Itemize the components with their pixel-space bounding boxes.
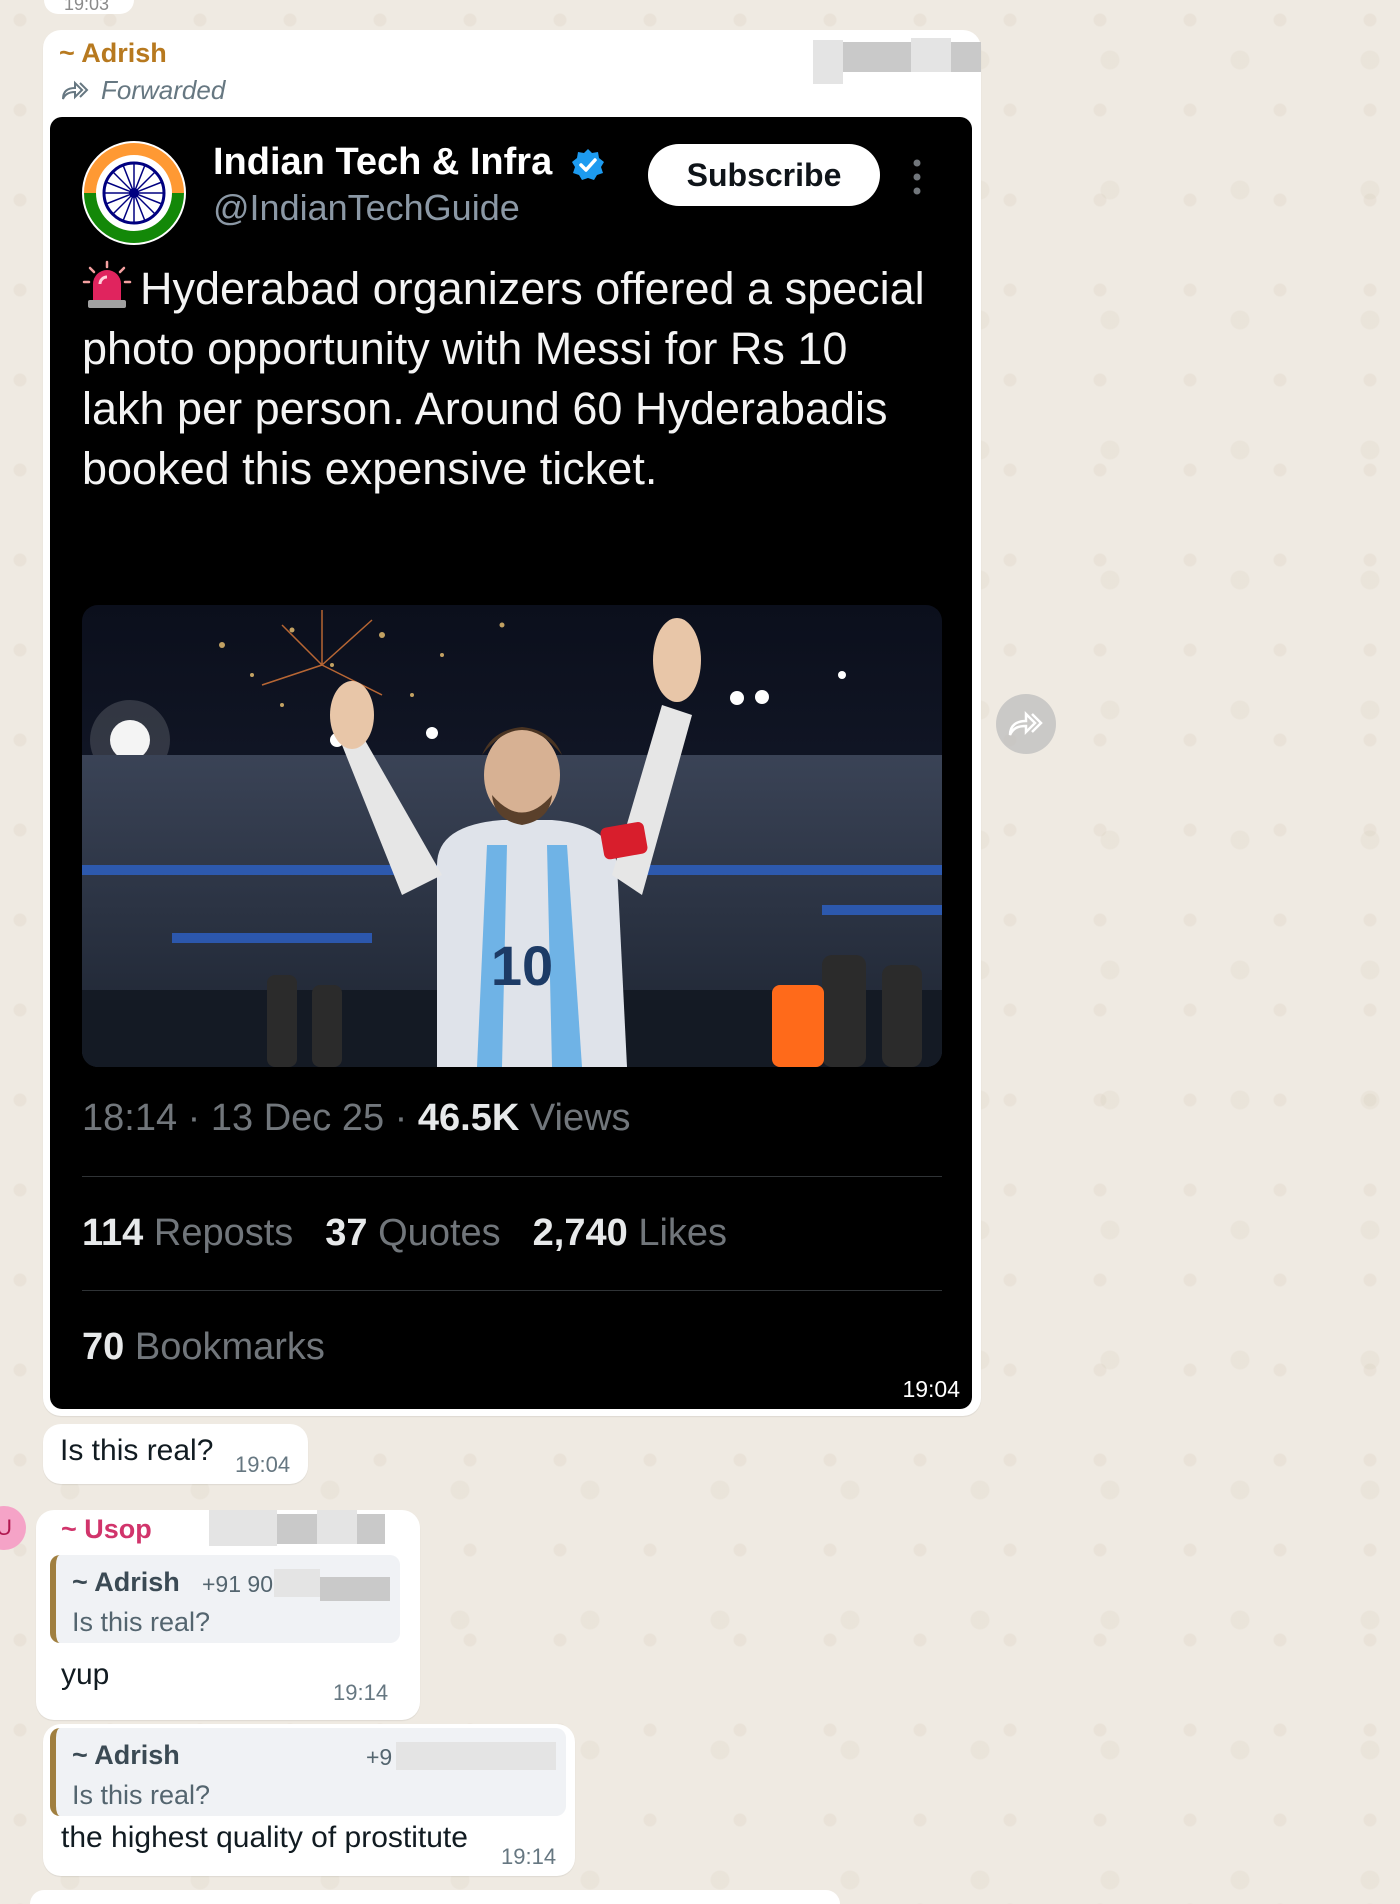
redacted-phone xyxy=(274,1569,320,1597)
tweet-bookmarks: 70 Bookmarks xyxy=(82,1326,325,1369)
previous-message-time: 19:03 xyxy=(64,0,110,14)
message-time: 19:14 xyxy=(501,1844,557,1869)
views-count: 46.5K xyxy=(417,1097,520,1139)
reply-message-bubble[interactable]: ~ Adrish +9 Is this real? the highest qu… xyxy=(43,1724,575,1876)
redacted-phone xyxy=(317,1510,357,1544)
quoted-phone: +9 xyxy=(366,1744,393,1770)
redacted-phone xyxy=(843,42,911,72)
forward-icon xyxy=(1008,710,1043,736)
quoted-message[interactable]: ~ Adrish +91 90 Is this real? xyxy=(50,1555,400,1643)
message-time: 19:04 xyxy=(902,1376,960,1402)
next-message-bubble xyxy=(30,1890,840,1904)
quoted-sender: ~ Adrish xyxy=(72,1740,180,1770)
post-date: 13 Dec 25 xyxy=(210,1097,385,1139)
account-handle: @IndianTechGuide xyxy=(213,187,520,228)
quotes-label: Quotes xyxy=(378,1212,501,1254)
forwarded-indicator: Forwarded xyxy=(59,75,225,106)
tweet-stats: 114 Reposts 37 Quotes 2,740 Likes xyxy=(82,1212,727,1255)
quoted-text: Is this real? xyxy=(72,1607,211,1637)
tweet-meta: 18:14 · 13 Dec 25 · 46.5K Views xyxy=(82,1097,631,1139)
forward-share-button[interactable] xyxy=(996,694,1056,754)
account-avatar xyxy=(82,141,186,245)
india-flag-logo xyxy=(84,143,184,243)
divider xyxy=(82,1176,942,1177)
likes-label: Likes xyxy=(638,1212,728,1254)
message-sender[interactable]: ~ Usop xyxy=(61,1514,152,1545)
reposts-label: Reposts xyxy=(153,1212,294,1254)
quoted-phone: +91 90 xyxy=(202,1571,273,1597)
siren-icon xyxy=(82,260,132,308)
redacted-phone xyxy=(277,1514,317,1544)
post-time: 18:14 xyxy=(82,1097,178,1139)
redacted-phone xyxy=(911,38,951,72)
message-time: 19:14 xyxy=(333,1680,389,1705)
divider xyxy=(82,1290,942,1291)
quoted-message[interactable]: ~ Adrish +9 Is this real? xyxy=(50,1728,566,1816)
message-text: the highest quality of prostitute xyxy=(61,1821,468,1854)
redacted-phone xyxy=(813,40,843,84)
subscribe-button: Subscribe xyxy=(648,144,880,206)
reposts-count: 114 xyxy=(82,1212,144,1254)
reply-message-bubble[interactable]: ~ Usop ~ Adrish +91 90 Is this real? yup… xyxy=(36,1510,420,1720)
redacted-phone xyxy=(209,1510,277,1546)
message-text: Is this real? xyxy=(60,1434,214,1467)
views-label: Views xyxy=(529,1097,631,1139)
quoted-text: Is this real? xyxy=(72,1780,211,1810)
tweet-text: Hyderabad organizers offered a special p… xyxy=(82,259,932,499)
forwarded-icon xyxy=(62,80,89,99)
quoted-sender: ~ Adrish xyxy=(72,1567,180,1597)
message-text: yup xyxy=(61,1658,110,1691)
quotes-count: 37 xyxy=(325,1212,368,1254)
jersey-number: 10 xyxy=(491,934,553,997)
message-time: 19:04 xyxy=(235,1452,291,1477)
bookmarks-count: 70 xyxy=(82,1326,125,1368)
redacted-phone xyxy=(357,1514,385,1544)
sender-avatar[interactable]: U xyxy=(0,1506,26,1550)
tweet-screenshot[interactable]: Indian Tech & Infra @IndianTechGuide Sub… xyxy=(50,117,972,1409)
messi-stadium-photo: 10 xyxy=(82,605,942,1067)
tweet-photo[interactable]: 10 xyxy=(82,605,942,1067)
redacted-phone xyxy=(951,42,981,72)
account-name: Indian Tech & Infra xyxy=(213,141,553,183)
verified-badge-icon xyxy=(572,149,604,180)
likes-count: 2,740 xyxy=(532,1212,628,1254)
more-options-icon xyxy=(913,159,921,195)
forwarded-message-bubble[interactable]: ~ Adrish Forwarded Indian Tech & Infra @… xyxy=(43,30,981,1416)
redacted-phone xyxy=(396,1742,556,1770)
redacted-phone xyxy=(320,1577,390,1601)
forwarded-label: Forwarded xyxy=(101,75,226,105)
tweet-body: Hyderabad organizers offered a special p… xyxy=(82,263,925,494)
text-message-bubble[interactable]: Is this real? 19:04 xyxy=(43,1424,308,1484)
message-sender[interactable]: ~ Adrish xyxy=(59,38,167,69)
bookmarks-label: Bookmarks xyxy=(134,1326,325,1368)
